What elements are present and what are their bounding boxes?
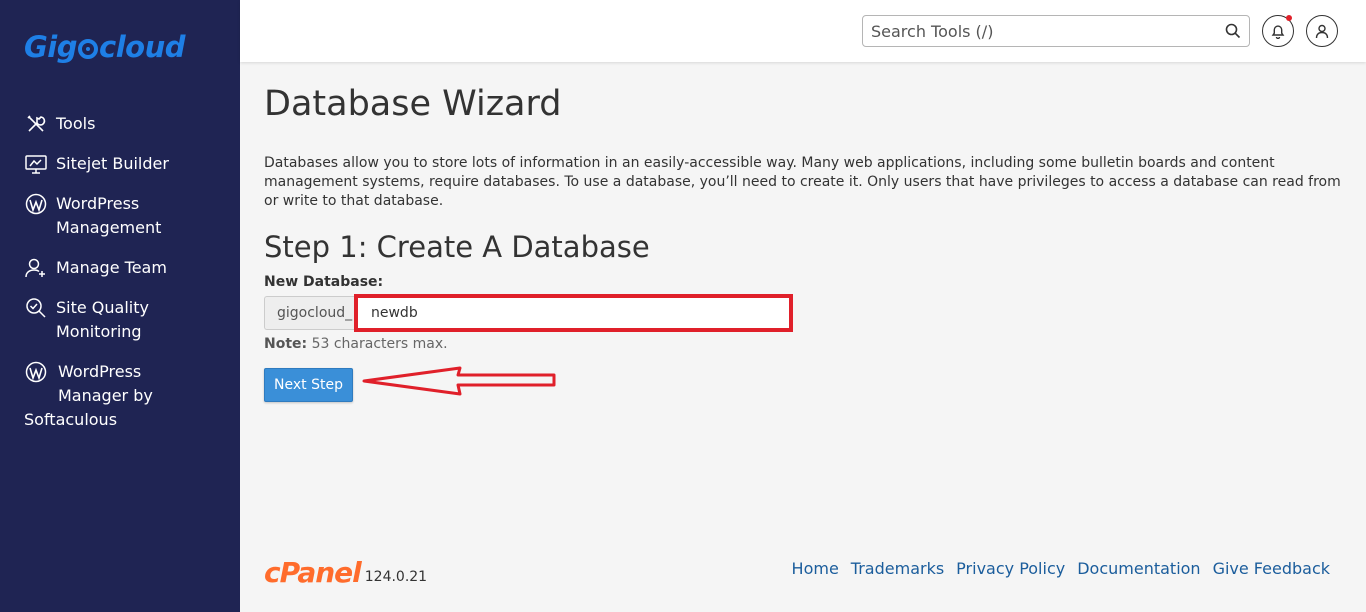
new-database-input[interactable] [356, 296, 791, 330]
page-title: Database Wizard [264, 84, 562, 124]
sidebar-item-manage-team[interactable]: Manage Team [0, 256, 240, 280]
sidebar-item-label: Site Quality Monitoring [56, 296, 149, 344]
step-title: Step 1: Create A Database [264, 230, 650, 264]
note-text: Note: 53 characters max. [264, 336, 448, 352]
search-box [862, 15, 1250, 47]
page-description: Databases allow you to store lots of inf… [264, 155, 1341, 209]
wordpress-icon [24, 360, 48, 384]
footer-link-privacy-policy[interactable]: Privacy Policy [956, 558, 1065, 580]
top-header [240, 0, 1366, 62]
label-line: WordPress [58, 362, 142, 381]
sidebar-item-label: Manage Team [56, 258, 167, 277]
sidebar-item-site-quality[interactable]: Site Quality Monitoring [0, 296, 240, 344]
sidebar-item-wordpress-management[interactable]: WordPress Management [0, 192, 240, 240]
label-line: Softaculous [24, 410, 118, 429]
manage-team-icon [24, 256, 48, 280]
user-menu-button[interactable] [1306, 15, 1338, 47]
next-step-button[interactable]: Next Step [264, 368, 353, 402]
label-line: WordPress [56, 194, 140, 213]
notifications-button[interactable] [1262, 15, 1294, 47]
footer-link-home[interactable]: Home [792, 558, 839, 580]
user-icon [1315, 24, 1329, 39]
footer-link-trademarks[interactable]: Trademarks [851, 558, 944, 580]
label-line: Manager by [58, 386, 153, 405]
sidebar-item-tools[interactable]: Tools [0, 112, 240, 136]
new-database-label: New Database: [264, 274, 384, 290]
label-line: Monitoring [56, 322, 142, 341]
version-text: 124.0.21 [364, 569, 428, 585]
logo-o-icon [78, 39, 99, 59]
sidebar-item-label: WordPress Manager by [58, 360, 153, 408]
logo-text-post: cloud [99, 30, 185, 64]
gigocloud-logo[interactable]: Gig cloud [24, 30, 185, 64]
note-label: Note: [264, 336, 308, 352]
notification-dot [1286, 15, 1292, 21]
label-line: Site Quality [56, 298, 149, 317]
annotation-arrow-icon [362, 366, 556, 396]
label-line: Management [56, 218, 162, 237]
sitejet-icon [24, 152, 48, 176]
bell-icon [1271, 24, 1285, 39]
sidebar-nav: Tools Sitejet Builder WordPress Managemen… [0, 112, 240, 448]
sidebar-item-wordpress-softaculous[interactable]: WordPress Manager by Softaculous [0, 360, 240, 432]
sidebar-item-label: WordPress Management [56, 192, 161, 240]
sidebar: Gig cloud Tools Sitejet Builder WordPress… [0, 0, 240, 612]
logo-text-pre: Gig [24, 30, 78, 64]
footer-brand: cPanel 124.0.21 [264, 558, 427, 588]
wordpress-icon [24, 192, 48, 216]
tools-icon [24, 112, 48, 136]
footer-links: Home Trademarks Privacy Policy Documenta… [792, 558, 1330, 580]
cpanel-logo[interactable]: cPanel [264, 558, 362, 588]
sidebar-item-sitejet[interactable]: Sitejet Builder [0, 152, 240, 176]
search-input[interactable] [863, 16, 1203, 46]
site-quality-icon [24, 296, 48, 320]
footer-link-documentation[interactable]: Documentation [1077, 558, 1200, 580]
sidebar-item-label: Tools [56, 114, 96, 133]
footer-link-give-feedback[interactable]: Give Feedback [1213, 558, 1330, 580]
search-icon[interactable] [1225, 23, 1241, 39]
sidebar-item-label: Sitejet Builder [56, 154, 169, 173]
note-body: 53 characters max. [307, 336, 448, 352]
database-prefix: gigocloud_ [264, 296, 356, 330]
